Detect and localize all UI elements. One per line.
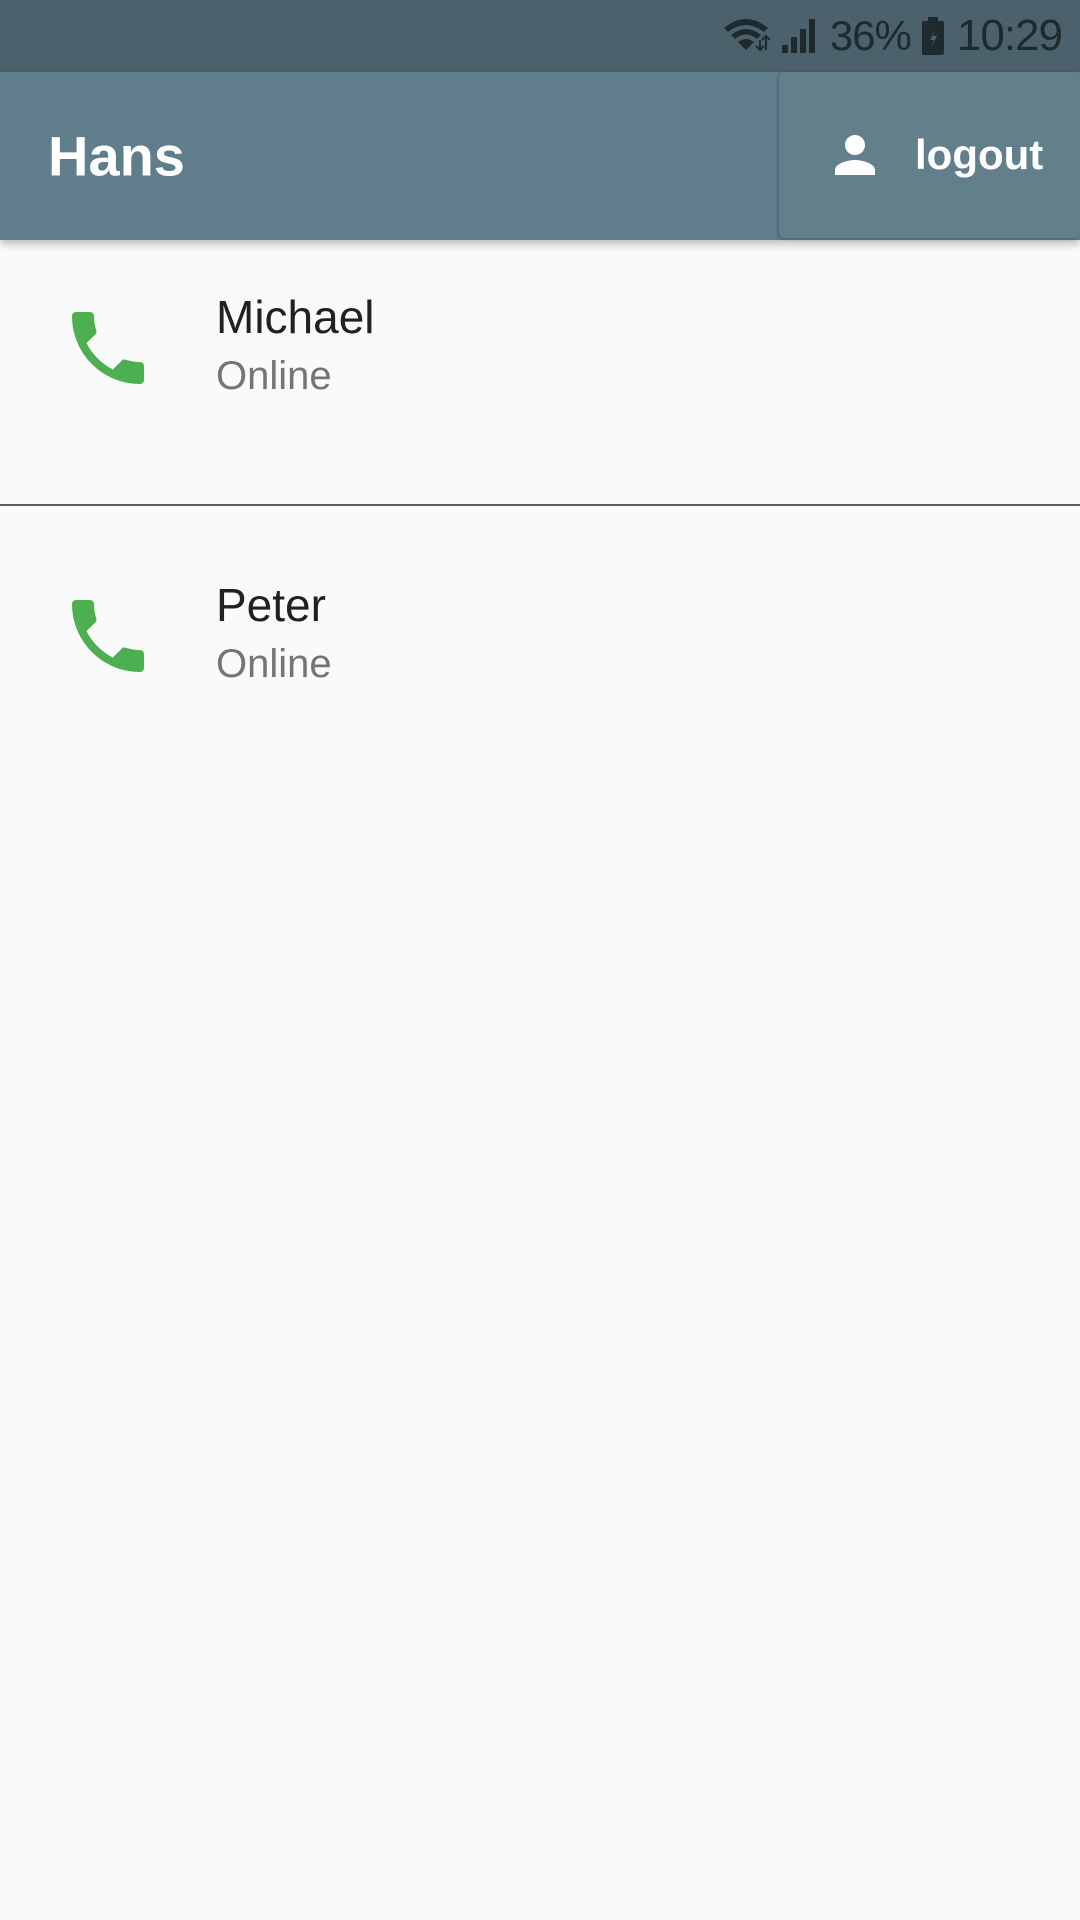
person-icon (825, 125, 885, 185)
list-item[interactable]: Peter Online (0, 528, 1080, 768)
contact-list: Michael Online Peter Online (0, 240, 1080, 768)
phone-icon[interactable] (60, 588, 156, 684)
logout-button[interactable]: logout (779, 72, 1080, 238)
list-item[interactable]: Michael Online (0, 240, 1080, 480)
logout-label: logout (915, 131, 1044, 178)
contact-status: Online (216, 642, 332, 686)
battery-percent: 36% (829, 12, 912, 59)
phone-icon[interactable] (60, 300, 156, 396)
battery-icon (921, 16, 945, 56)
page-title: Hans (48, 124, 185, 188)
wifi-icon (722, 16, 774, 56)
contact-status: Online (216, 354, 332, 398)
status-bar: 36% 10:29 (0, 0, 1080, 72)
divider (0, 504, 1080, 506)
clock: 10:29 (956, 11, 1063, 60)
contact-name: Peter (216, 579, 326, 631)
signal-icon (780, 17, 818, 55)
contact-name: Michael (216, 291, 375, 343)
app-bar: Hans logout (0, 72, 1080, 240)
screen: 36% 10:29 Hans logout Michael Online Pet… (0, 0, 1080, 1920)
